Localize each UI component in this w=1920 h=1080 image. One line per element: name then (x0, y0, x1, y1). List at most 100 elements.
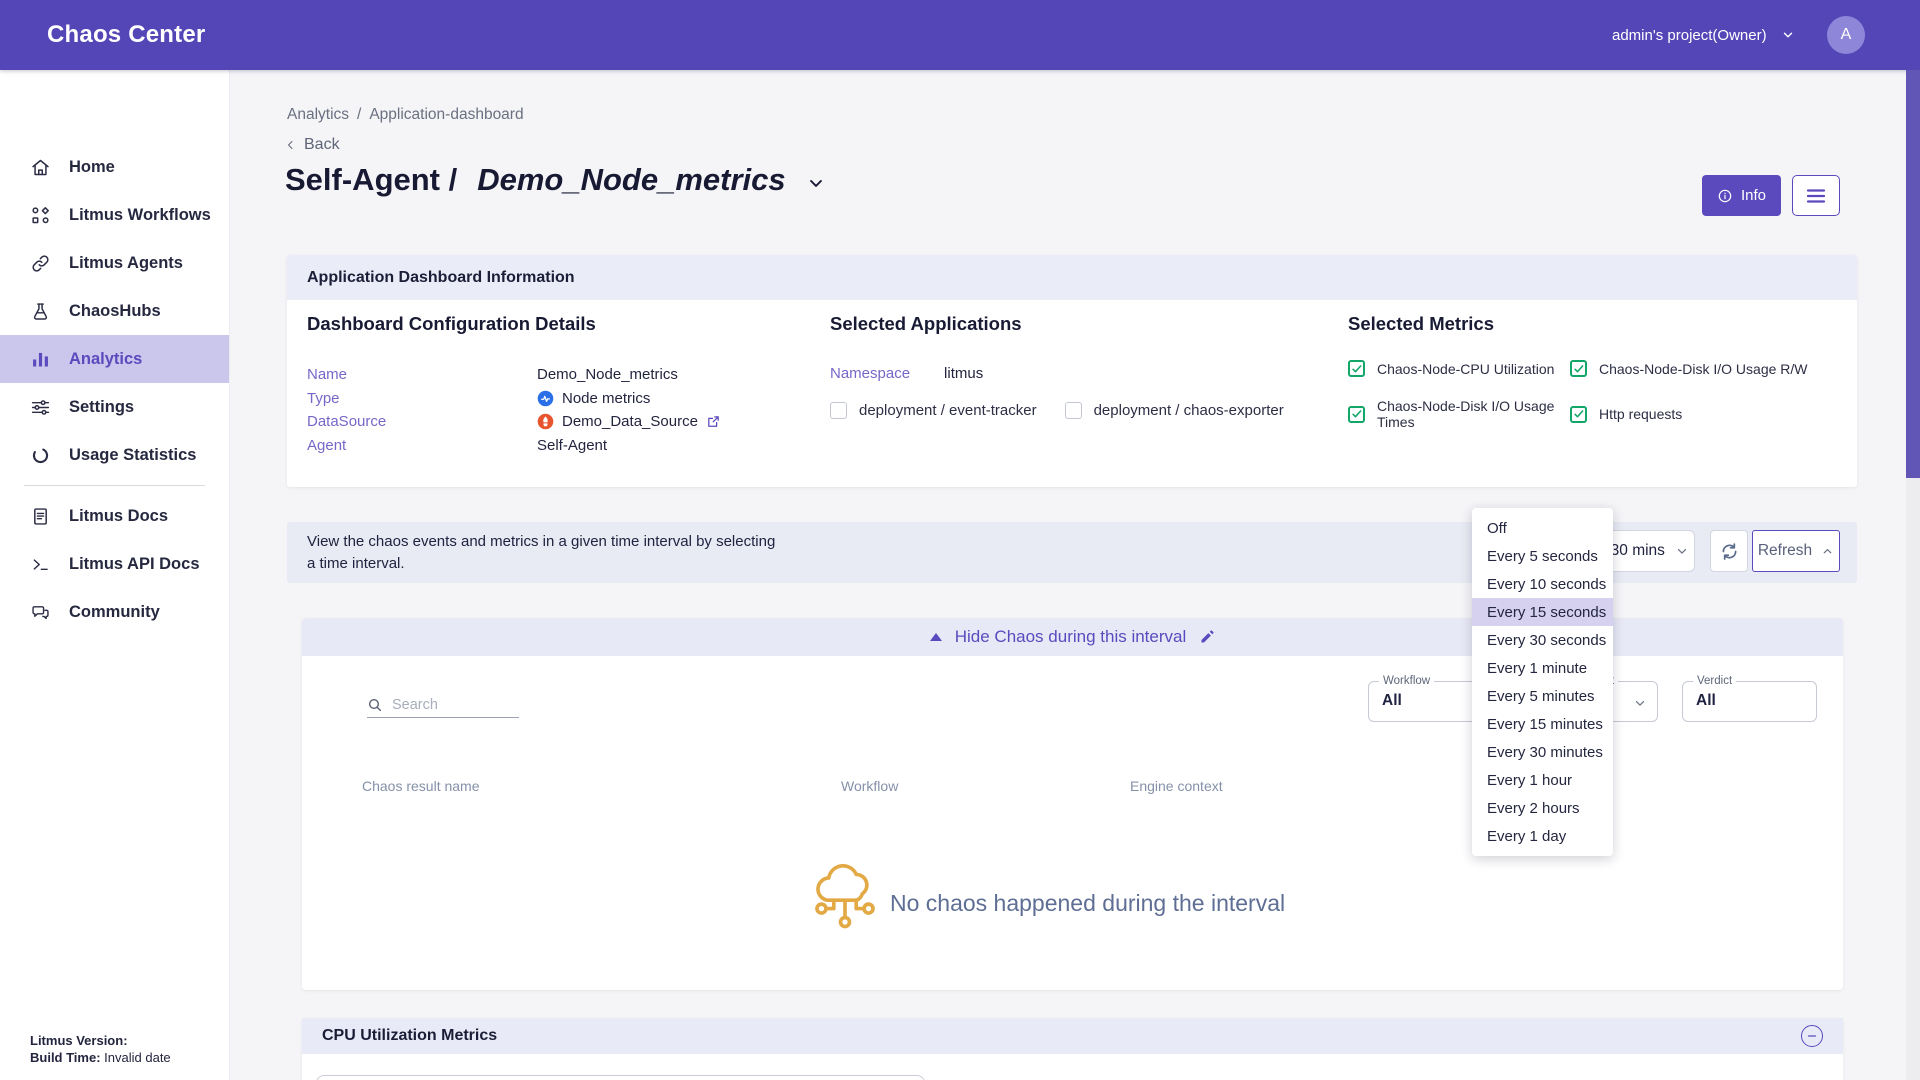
sidebar-item-litmus-api-docs[interactable]: Litmus API Docs (0, 540, 229, 588)
breadcrumb-analytics[interactable]: Analytics (287, 106, 349, 124)
metric-option-label: Chaos-Node-CPU Utilization (1377, 361, 1554, 377)
refresh-now-button[interactable] (1710, 530, 1748, 572)
project-label: admin's project(Owner) (1612, 27, 1767, 44)
sidebar-item-settings[interactable]: Settings (0, 383, 229, 431)
info-button[interactable]: Info (1702, 175, 1781, 216)
refresh-option[interactable]: Every 15 minutes (1472, 710, 1613, 738)
home-icon (30, 157, 51, 178)
node-metrics-icon (537, 390, 554, 407)
chevron-up-icon (1821, 545, 1834, 558)
refresh-rate-button[interactable]: Refresh (1752, 530, 1840, 572)
sidebar-item-usage-statistics[interactable]: Usage Statistics (0, 431, 229, 479)
external-link-icon[interactable] (706, 414, 721, 429)
checkbox-unchecked[interactable] (1065, 402, 1082, 419)
title-dashboard-name: Demo_Node_metrics (477, 162, 785, 198)
info-button-label: Info (1741, 187, 1766, 204)
configuration-title: Dashboard Configuration Details (307, 313, 721, 335)
refresh-option[interactable]: Every 1 day (1472, 822, 1613, 850)
sidebar-item-label: ChaosHubs (69, 302, 161, 321)
refresh-option[interactable]: Every 1 minute (1472, 654, 1613, 682)
back-button[interactable]: Back (285, 136, 340, 154)
sidebar-item-litmus-workflows[interactable]: Litmus Workflows (0, 191, 229, 239)
application-option: deployment / chaos-exporter (1065, 402, 1284, 419)
refresh-option[interactable]: Every 1 hour (1472, 766, 1613, 794)
agent-value: Self-Agent (537, 437, 607, 454)
build-time-label: Build Time: (30, 1050, 101, 1065)
sidebar-item-home[interactable]: Home (0, 143, 229, 191)
config-row-datasource: DataSource Demo_Data_Source (307, 410, 721, 434)
metric-option: Chaos-Node-Disk I/O Usage R/W (1570, 360, 1808, 377)
breadcrumb-separator: / (357, 106, 361, 124)
sidebar: Home Litmus Workflows Litmus Agents Chao… (0, 70, 230, 1080)
sidebar-item-label: Litmus Agents (69, 254, 183, 273)
interval-description: View the chaos events and metrics in a g… (307, 531, 777, 574)
verdict-filter-value: All (1696, 692, 1716, 710)
page-scrollbar[interactable] (1906, 70, 1920, 1080)
cpu-chart-placeholder (316, 1075, 925, 1080)
application-option-label: deployment / event-tracker (859, 402, 1037, 419)
project-selector[interactable]: admin's project(Owner) (1612, 0, 1795, 70)
app-title: Chaos Center (47, 0, 205, 70)
avatar[interactable]: A (1827, 16, 1865, 54)
litmus-version-label: Litmus Version: (30, 1033, 128, 1048)
checkbox-checked[interactable] (1570, 360, 1587, 377)
checkbox-checked[interactable] (1348, 406, 1365, 423)
refresh-option[interactable]: Every 2 hours (1472, 794, 1613, 822)
sidebar-item-litmus-agents[interactable]: Litmus Agents (0, 239, 229, 287)
breadcrumb-application-dashboard[interactable]: Application-dashboard (369, 106, 523, 124)
application-dashboard-information-panel: Application Dashboard Information Dashbo… (287, 255, 1857, 487)
sidebar-item-label: Analytics (69, 350, 142, 369)
chaos-center-app: Chaos Center admin's project(Owner) A Ho… (0, 0, 1920, 1080)
config-row-type: Type Node metrics (307, 387, 721, 411)
verdict-filter[interactable]: Verdict All (1682, 681, 1817, 722)
application-option-label: deployment / chaos-exporter (1094, 402, 1284, 419)
usage-ring-icon (30, 445, 51, 466)
triangle-up-icon (930, 633, 942, 641)
collapse-minus-icon[interactable] (1801, 1025, 1823, 1047)
sidebar-item-label: Home (69, 158, 115, 177)
dashboard-menu-button[interactable] (1792, 175, 1840, 216)
metric-option: Http requests (1570, 398, 1808, 430)
applications-title: Selected Applications (830, 313, 1284, 335)
sidebar-item-litmus-docs[interactable]: Litmus Docs (0, 492, 229, 540)
chat-bubbles-icon (30, 602, 51, 623)
checkbox-checked[interactable] (1348, 360, 1365, 377)
column-engine-context: Engine context (1130, 778, 1223, 794)
bar-chart-icon (30, 349, 51, 370)
refresh-option[interactable]: Every 10 seconds (1472, 570, 1613, 598)
sidebar-item-label: Usage Statistics (69, 446, 196, 465)
terminal-icon (30, 554, 51, 575)
selected-applications: Selected Applications Namespace litmus d… (830, 313, 1284, 419)
refresh-option[interactable]: Every 5 minutes (1472, 682, 1613, 710)
edit-pencil-icon[interactable] (1199, 629, 1215, 645)
name-value: Demo_Node_metrics (537, 366, 678, 383)
refresh-option[interactable]: Every 5 seconds (1472, 542, 1613, 570)
document-icon (30, 506, 51, 527)
workflows-icon (30, 205, 51, 226)
sidebar-item-label: Litmus Workflows (69, 206, 211, 225)
build-time-value: Invalid date (104, 1050, 171, 1065)
refresh-option[interactable]: Every 30 seconds (1472, 626, 1613, 654)
metric-option-label: Chaos-Node-Disk I/O Usage Times (1377, 398, 1570, 430)
name-label: Name (307, 366, 537, 383)
link-icon (30, 253, 51, 274)
search-input[interactable] (392, 697, 512, 713)
datasource-value: Demo_Data_Source (562, 413, 698, 430)
refresh-option[interactable]: Off (1472, 514, 1613, 542)
refresh-option-selected[interactable]: Every 15 seconds (1472, 598, 1613, 626)
refresh-option[interactable]: Every 30 minutes (1472, 738, 1613, 766)
sidebar-item-community[interactable]: Community (0, 588, 229, 636)
sidebar-item-analytics[interactable]: Analytics (0, 335, 229, 383)
cpu-utilization-section: CPU Utilization Metrics (302, 1018, 1843, 1080)
checkbox-unchecked[interactable] (830, 402, 847, 419)
scrollbar-thumb[interactable] (1906, 70, 1920, 478)
namespace-value: litmus (944, 365, 983, 382)
title-chevron-down-icon[interactable] (806, 173, 826, 193)
checkbox-checked[interactable] (1570, 406, 1587, 423)
dashboard-configuration-details: Dashboard Configuration Details Name Dem… (307, 313, 721, 457)
agent-label: Agent (307, 437, 537, 454)
config-row-agent: Agent Self-Agent (307, 434, 721, 458)
sidebar-item-chaoshubs[interactable]: ChaosHubs (0, 287, 229, 335)
search-field (367, 692, 519, 718)
datasource-label: DataSource (307, 413, 537, 430)
